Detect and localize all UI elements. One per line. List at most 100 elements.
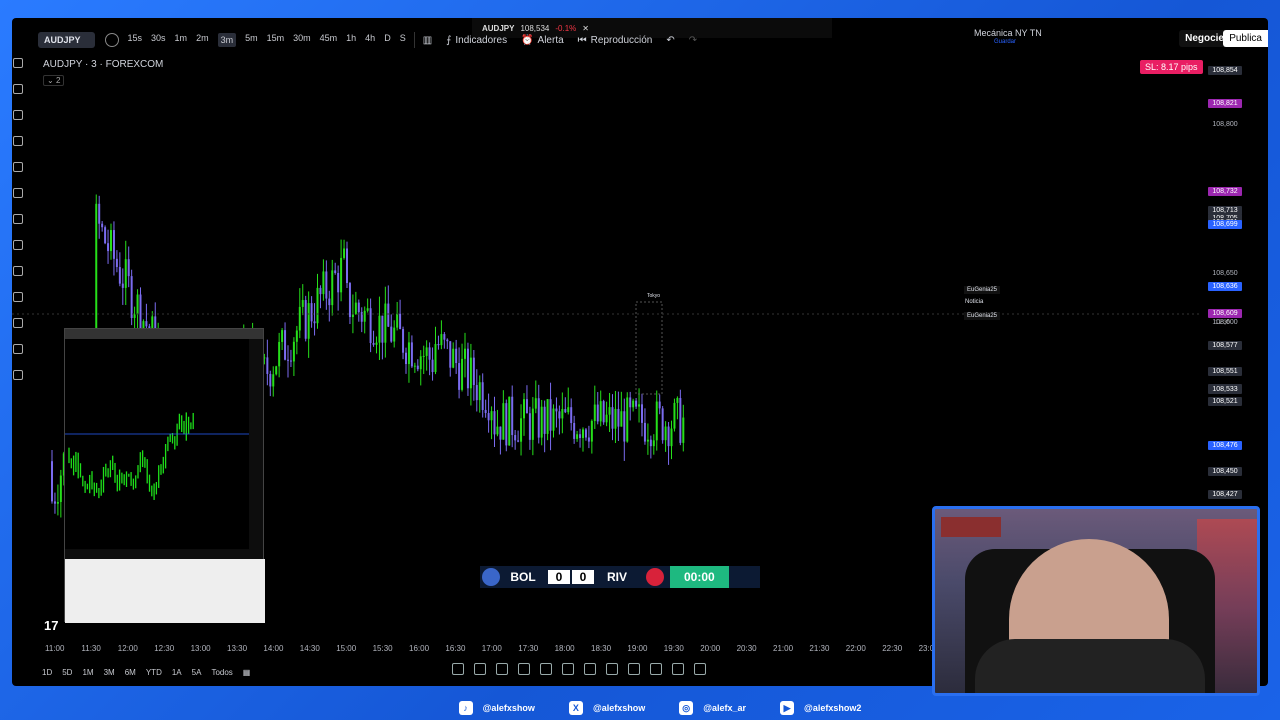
session-box <box>635 301 663 395</box>
candle-body <box>319 287 322 295</box>
time-tick: 21:00 <box>773 644 794 653</box>
price-label: 108,854 <box>1208 65 1242 75</box>
candle-body <box>384 303 387 343</box>
candle-body <box>584 429 587 438</box>
candle-body <box>573 423 576 439</box>
candle-body <box>110 230 112 252</box>
measure-icon[interactable] <box>694 663 706 675</box>
calendar-icon[interactable]: ▦ <box>243 668 251 677</box>
mt5-mini-chart <box>65 339 249 549</box>
range-5A[interactable]: 5A <box>192 668 202 677</box>
candle-body <box>446 339 449 342</box>
range-1D[interactable]: 1D <box>42 668 52 677</box>
time-tick: 12:00 <box>117 644 138 653</box>
range-YTD[interactable]: YTD <box>146 668 162 677</box>
horizontal-line-icon[interactable] <box>628 663 640 675</box>
candle-body <box>661 408 664 441</box>
price-label: 108,699 <box>1208 219 1242 229</box>
candle-body <box>369 308 372 344</box>
candle-body <box>676 398 679 403</box>
date-range-list: 1D 5D 1M 3M 6M YTD 1A 5A Todos <box>42 668 233 677</box>
eraser-icon[interactable] <box>606 663 618 675</box>
candle-body <box>469 357 472 389</box>
fib-tool-icon[interactable] <box>474 663 486 675</box>
candle-body <box>399 313 402 330</box>
range-1M[interactable]: 1M <box>82 668 93 677</box>
candle-body <box>425 347 428 356</box>
candle-body <box>673 402 676 429</box>
candle-body <box>112 230 115 259</box>
target-icon[interactable] <box>650 663 662 675</box>
candle-body <box>564 409 567 413</box>
candle-body <box>620 411 623 427</box>
candle-body <box>357 302 360 313</box>
social-link[interactable]: ◎ @alefx_ar <box>679 698 746 718</box>
candle-body <box>107 243 110 252</box>
candle-body <box>121 283 124 288</box>
social-link[interactable]: X @alefxshow <box>568 698 645 718</box>
webcam-feed <box>932 506 1260 696</box>
scoreboard: BOL 0 0 RIV 00:00 <box>480 566 760 588</box>
time-tick: 19:00 <box>627 644 648 653</box>
candle-body <box>292 341 295 362</box>
candle-body <box>587 437 590 442</box>
vertical-line-icon[interactable] <box>584 663 596 675</box>
text-tool-icon[interactable] <box>518 663 530 675</box>
social-link[interactable]: ♪ @alefxshow <box>458 698 535 718</box>
time-tick: 18:00 <box>554 644 575 653</box>
candle-body <box>136 294 139 315</box>
range-Todos[interactable]: Todos <box>211 668 232 677</box>
candle-body <box>443 334 446 340</box>
channel-tool-icon[interactable] <box>496 663 508 675</box>
candle-body <box>348 283 351 318</box>
time-tick: 19:30 <box>663 644 684 653</box>
time-tick: 11:00 <box>45 644 65 653</box>
candle-body <box>520 418 523 442</box>
time-tick: 14:00 <box>263 644 284 653</box>
session-label: Tokyo <box>647 293 661 299</box>
range-6M[interactable]: 6M <box>125 668 136 677</box>
range-5D[interactable]: 5D <box>62 668 72 677</box>
candle-body <box>346 248 348 284</box>
candle-body <box>525 399 528 414</box>
home-crest-icon <box>482 568 500 586</box>
away-crest-icon <box>646 568 664 586</box>
candle-body <box>310 303 313 322</box>
candle-body <box>670 428 673 447</box>
webcam-background <box>941 517 1001 537</box>
candle-body <box>546 399 549 434</box>
candle-body <box>278 341 281 367</box>
range-1A[interactable]: 1A <box>172 668 182 677</box>
price-label: 108,533 <box>1208 384 1242 394</box>
candle-body <box>540 406 543 438</box>
away-team: RIV <box>606 570 627 584</box>
alert-tag[interactable]: EuGenia25 <box>964 312 1001 320</box>
candle-body <box>490 411 493 421</box>
time-tick: 17:00 <box>481 644 502 653</box>
candle-body <box>652 440 655 447</box>
range-3M[interactable]: 3M <box>104 668 115 677</box>
time-tick: 14:30 <box>299 644 320 653</box>
social-link[interactable]: ▶ @alefxshow2 <box>780 698 861 718</box>
brush-tool-icon[interactable] <box>540 663 552 675</box>
line-tool-icon[interactable] <box>562 663 574 675</box>
candle-body <box>466 348 469 389</box>
streamer-shirt <box>975 639 1205 693</box>
candle-body <box>410 342 413 367</box>
candle-body <box>682 417 685 443</box>
publish-button[interactable]: Publica <box>1223 30 1268 47</box>
time-axis[interactable]: 11:00 11:30 12:00 12:30 13:00 13:30 14:00 14:30… <box>42 644 942 656</box>
candle-body <box>354 302 357 314</box>
candle-body <box>298 306 301 331</box>
mt5-overlay-window[interactable] <box>64 328 265 623</box>
time-tick: 13:00 <box>190 644 211 653</box>
home-score: 0 <box>548 570 570 584</box>
rectangle-tool-icon[interactable] <box>452 663 464 675</box>
price-label: 108,821 <box>1208 98 1242 108</box>
alert-tag[interactable]: EuGenia25 <box>964 286 1001 294</box>
long-position-icon[interactable] <box>672 663 684 675</box>
candle-body <box>269 373 272 387</box>
price-label: 108,609 <box>1208 309 1242 319</box>
candle-body <box>396 313 399 328</box>
time-tick: 17:30 <box>518 644 539 653</box>
